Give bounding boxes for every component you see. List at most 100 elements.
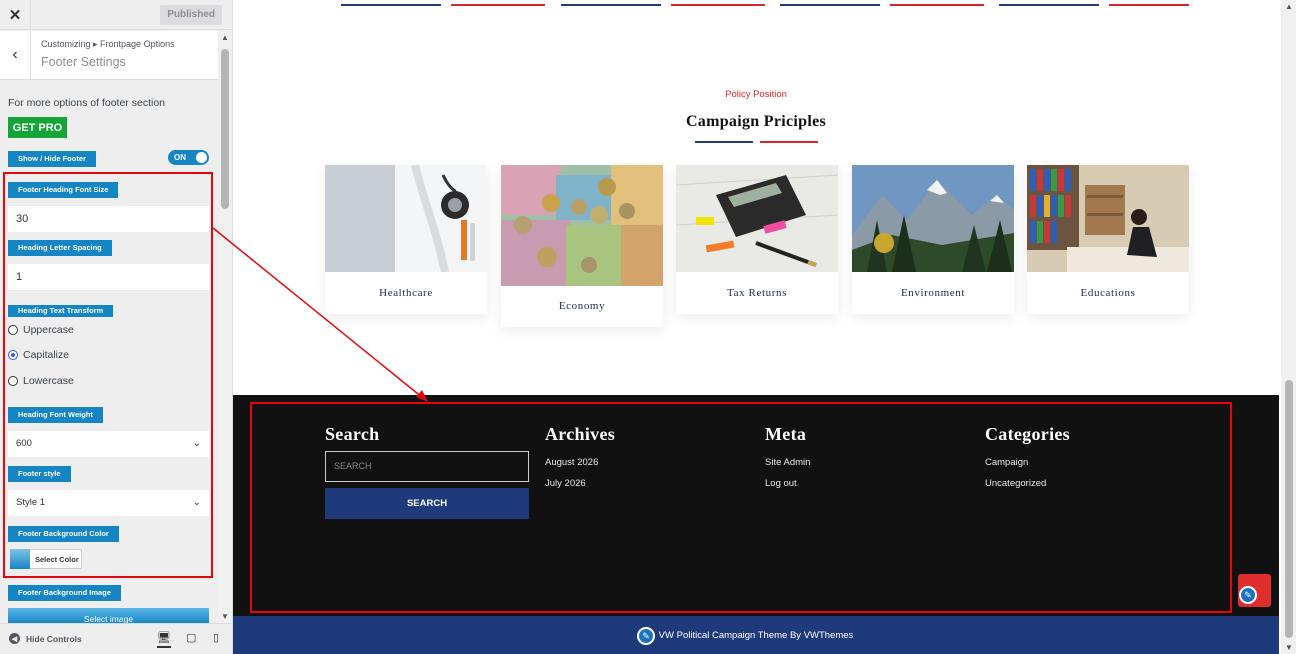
footer-search-button[interactable]: SEARCH xyxy=(325,488,529,519)
radio-label: Lowercase xyxy=(23,375,74,387)
show-hide-footer-label: Show / Hide Footer xyxy=(8,151,96,167)
bg-color-label: Footer Background Color xyxy=(8,526,119,542)
toggle-state-label: ON xyxy=(174,153,186,162)
scrollbar-thumb[interactable] xyxy=(1285,380,1293,638)
radio-label: Uppercase xyxy=(23,324,74,336)
radio-label: Capitalize xyxy=(23,349,70,361)
chevron-down-icon: ⌄ xyxy=(192,438,201,449)
radio-button[interactable] xyxy=(8,325,18,335)
campaign-principles-title: Campaign Priciples xyxy=(685,113,827,130)
mobile-preview-icon[interactable]: ▯ xyxy=(213,631,219,644)
color-swatch xyxy=(10,549,30,569)
doctor-stethoscope-image xyxy=(325,164,487,273)
footer-search-title: Search xyxy=(325,424,380,444)
divider-line xyxy=(671,4,765,6)
principle-card-economy[interactable]: Economy xyxy=(501,165,663,327)
radio-uppercase[interactable]: Uppercase xyxy=(8,324,74,336)
site-preview: Policy Position Campaign Priciples Healt… xyxy=(233,0,1279,654)
select-color-button[interactable]: Select Color xyxy=(10,549,82,569)
meta-link[interactable]: Log out xyxy=(765,478,797,489)
desktop-preview-icon[interactable]: 🖥 xyxy=(157,631,171,648)
chevron-down-icon: ⌄ xyxy=(192,497,201,508)
divider-line xyxy=(561,4,661,6)
meta-link[interactable]: Site Admin xyxy=(765,457,810,468)
title-underline-blue xyxy=(695,141,753,143)
card-label: Healthcare xyxy=(379,287,433,299)
card-label: Educations xyxy=(1080,287,1136,299)
card-label: Economy xyxy=(558,300,606,312)
font-weight-select[interactable]: 600 ⌄ xyxy=(8,431,209,457)
archive-link[interactable]: July 2026 xyxy=(545,478,586,489)
divider-line xyxy=(1109,4,1189,6)
customizer-sidebar: ✕ Published ‹ Customizing ▸ Frontpage Op… xyxy=(0,0,233,654)
footer-meta-title: Meta xyxy=(765,424,807,444)
close-icon[interactable]: ✕ xyxy=(0,0,31,30)
heading-font-size-input[interactable]: 30 xyxy=(8,206,209,232)
site-footer: Search SEARCH SEARCH Archives August 202… xyxy=(233,395,1279,616)
scroll-down-icon[interactable]: ▼ xyxy=(1285,643,1293,652)
preview-scrollbar[interactable]: ▲ ▼ xyxy=(1281,0,1296,654)
title-underline-red xyxy=(760,141,818,143)
letter-spacing-input[interactable]: 1 xyxy=(8,264,209,290)
footer-search-input[interactable]: SEARCH xyxy=(325,451,529,482)
office-binders-image xyxy=(1027,165,1189,272)
policy-position-label: Policy Position xyxy=(725,89,787,100)
card-label: Environment xyxy=(900,287,966,299)
divider-line xyxy=(890,4,984,6)
sidebar-scrollbar[interactable]: ▲ ▼ xyxy=(219,31,232,623)
copyright-text[interactable]: VW Political Campaign Theme By VWThemes xyxy=(233,630,1279,641)
toggle-knob xyxy=(196,152,207,163)
more-options-text: For more options of footer section xyxy=(8,97,165,109)
hide-controls-button[interactable]: ◀ Hide Controls xyxy=(9,633,82,644)
customizer-topbar: ✕ Published xyxy=(0,0,232,30)
radio-button[interactable] xyxy=(8,376,18,386)
mountain-landscape-image xyxy=(852,165,1014,272)
font-weight-value: 600 xyxy=(16,438,32,449)
principle-card-healthcare[interactable]: Healthcare xyxy=(325,164,487,314)
footer-style-value: Style 1 xyxy=(16,497,46,508)
card-label: Tax Returns xyxy=(727,287,787,299)
section-header: ‹ Customizing ▸ Frontpage Options Footer… xyxy=(0,31,218,80)
divider-line xyxy=(999,4,1099,6)
breadcrumb: Customizing ▸ Frontpage Options xyxy=(41,39,175,49)
footer-categories-title: Categories xyxy=(985,424,1070,444)
divider-line xyxy=(451,4,545,6)
scroll-down-icon[interactable]: ▼ xyxy=(221,612,229,621)
font-weight-label: Heading Font Weight xyxy=(8,407,103,423)
category-link[interactable]: Campaign xyxy=(985,457,1028,468)
scroll-up-icon[interactable]: ▲ xyxy=(1285,2,1293,11)
section-title: Footer Settings xyxy=(41,55,126,69)
radio-lowercase[interactable]: Lowercase xyxy=(8,375,74,387)
footer-style-select[interactable]: Style 1 ⌄ xyxy=(8,490,209,516)
bg-image-label: Footer Background Image xyxy=(8,585,121,601)
show-footer-toggle[interactable]: ON xyxy=(168,150,209,165)
copyright-bar: ✎ VW Political Campaign Theme By VWTheme… xyxy=(233,616,1279,654)
radio-button-selected[interactable] xyxy=(8,350,18,360)
calculator-image xyxy=(675,165,839,272)
divider-line xyxy=(341,4,441,6)
edit-shortcut-icon[interactable]: ✎ xyxy=(1239,586,1257,604)
footer-archives-title: Archives xyxy=(545,424,616,444)
select-image-button[interactable]: Select image xyxy=(8,608,209,624)
collapse-arrow-icon: ◀ xyxy=(9,633,20,644)
footer-style-label: Footer style xyxy=(8,466,71,482)
category-link[interactable]: Uncategorized xyxy=(985,478,1046,489)
tablet-preview-icon[interactable]: ▢ xyxy=(186,631,196,644)
customizer-footer-bar: ◀ Hide Controls 🖥 ▢ ▯ xyxy=(0,623,232,654)
hide-controls-label: Hide Controls xyxy=(26,633,82,644)
published-button[interactable]: Published xyxy=(160,5,222,25)
heading-font-size-label: Footer Heading Font Size xyxy=(8,182,119,198)
divider-line xyxy=(780,4,880,6)
get-pro-button[interactable]: GET PRO xyxy=(8,117,67,138)
principle-card-tax-returns[interactable]: Tax Returns xyxy=(675,165,839,314)
radio-capitalize[interactable]: Capitalize xyxy=(8,349,69,361)
text-transform-label: Heading Text Transform xyxy=(8,305,114,317)
letter-spacing-label: Heading Letter Spacing xyxy=(8,240,112,256)
principle-card-environment[interactable]: Environment xyxy=(852,165,1014,314)
archive-link[interactable]: August 2026 xyxy=(545,457,598,468)
principle-card-educations[interactable]: Educations xyxy=(1027,165,1189,314)
back-arrow-icon[interactable]: ‹ xyxy=(0,31,31,79)
scroll-up-icon[interactable]: ▲ xyxy=(221,33,229,42)
customizer-screen: ✕ Published ‹ Customizing ▸ Frontpage Op… xyxy=(0,0,1296,654)
scrollbar-thumb[interactable] xyxy=(221,49,229,209)
